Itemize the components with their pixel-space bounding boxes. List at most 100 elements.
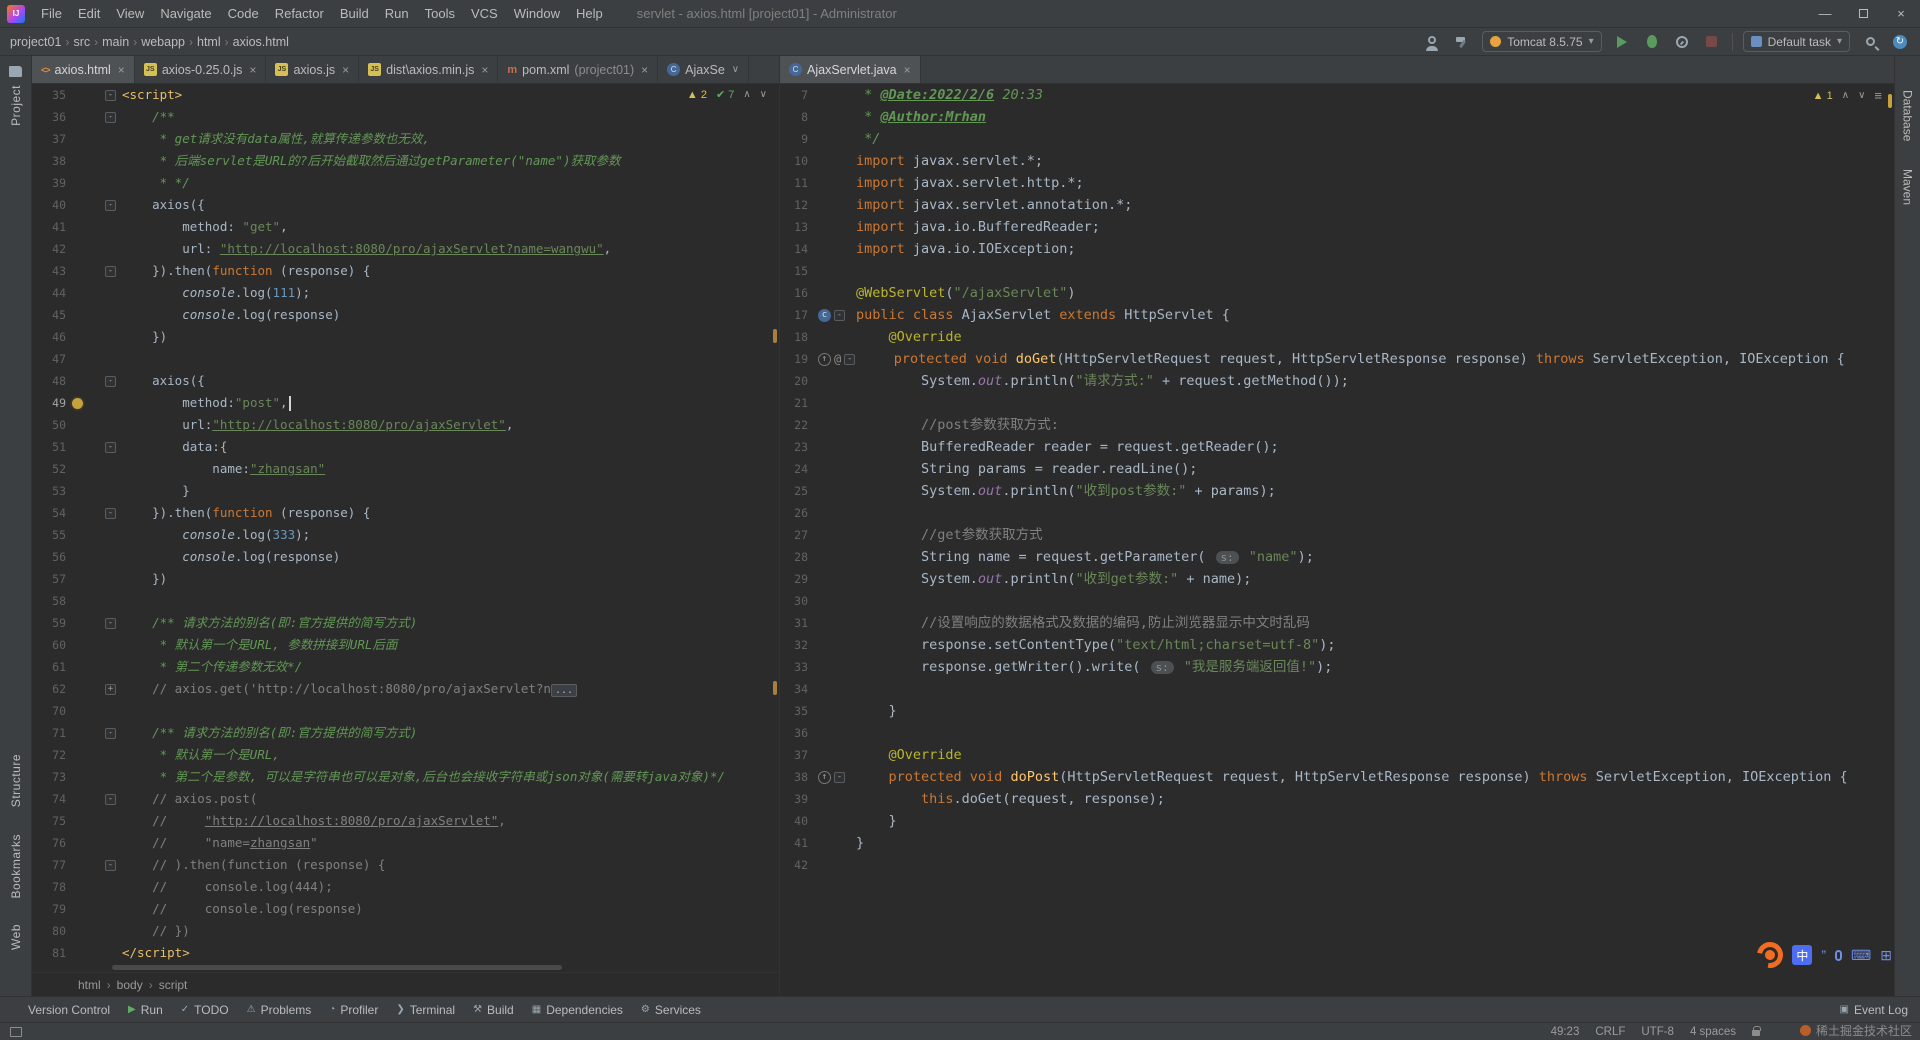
editor-tab-ajaxse[interactable]: CAjaxSe∨ [658, 56, 749, 83]
tool-window-button-profiler[interactable]: ◔Profiler [329, 1003, 378, 1017]
caret-position-widget[interactable]: 49:23 [1551, 1026, 1580, 1038]
menu-file[interactable]: File [33, 6, 70, 21]
run-button[interactable] [1612, 32, 1632, 52]
fold-marker[interactable]: - [105, 794, 116, 805]
ime-punctuation-icon[interactable]: ” [1821, 947, 1826, 963]
maximize-button[interactable] [1844, 0, 1882, 27]
fold-marker[interactable]: - [105, 728, 116, 739]
breadcrumb-item[interactable]: html [197, 35, 221, 49]
close-icon[interactable]: × [641, 63, 648, 77]
breadcrumb-item-html[interactable]: html [78, 978, 101, 992]
fold-marker[interactable]: - [105, 618, 116, 629]
close-icon[interactable]: × [249, 63, 256, 77]
close-icon[interactable]: × [342, 63, 349, 77]
editor-tab-ajaxservlet.java[interactable]: CAjaxServlet.java× [780, 56, 921, 83]
breadcrumb-item-body[interactable]: body [117, 978, 143, 992]
breadcrumb-item[interactable]: src [73, 35, 90, 49]
fold-marker[interactable]: - [834, 772, 845, 783]
code-editor-right[interactable]: 7 * @Date:2022/2/6 20:338 * @Author:Mrha… [780, 84, 1894, 996]
editor-tab-pom.xml[interactable]: mpom.xml (project01)× [498, 56, 658, 83]
update-button[interactable]: ↻ [1890, 32, 1910, 52]
fold-marker[interactable]: - [105, 860, 116, 871]
menu-vcs[interactable]: VCS [463, 6, 506, 21]
tool-button-database[interactable]: Database [1901, 90, 1915, 141]
annotation-marker-icon[interactable]: @ [834, 348, 841, 370]
fold-marker[interactable]: - [105, 376, 116, 387]
minimize-button[interactable]: — [1806, 0, 1844, 27]
fold-marker[interactable]: + [105, 684, 116, 695]
task-configuration-select[interactable]: Default task ▾ [1743, 31, 1850, 52]
horizontal-scrollbar[interactable] [32, 964, 779, 972]
breadcrumb-item[interactable]: project01 [10, 35, 61, 49]
fold-marker[interactable]: - [105, 112, 116, 123]
menu-run[interactable]: Run [377, 6, 417, 21]
tool-window-switcher-icon[interactable] [10, 1027, 22, 1037]
breadcrumb-item[interactable]: webapp [141, 35, 185, 49]
warning-indicator[interactable]: ▲ 1 [1813, 90, 1833, 102]
ime-grid-icon[interactable]: ⊞ [1880, 947, 1892, 964]
editor-tab-axios-0.25.0.js[interactable]: JSaxios-0.25.0.js× [135, 56, 267, 83]
next-issue-button[interactable]: ∨ [1858, 90, 1865, 101]
run-configuration-select[interactable]: Tomcat 8.5.75 ▾ [1482, 31, 1601, 52]
tool-window-button-services[interactable]: ⚙Services [641, 1003, 701, 1017]
menu-window[interactable]: Window [506, 6, 568, 21]
fold-marker[interactable]: - [105, 266, 116, 277]
editor-tab-dist-axios.min.js[interactable]: JSdist\axios.min.js× [359, 56, 498, 83]
fold-marker[interactable]: - [105, 508, 116, 519]
editor-menu-icon[interactable]: ≡ [1874, 88, 1882, 103]
editor-tab-axios.html[interactable]: <>axios.html× [32, 56, 135, 83]
tool-button-maven[interactable]: Maven [1901, 169, 1915, 205]
scrollbar-thumb[interactable] [112, 965, 562, 970]
prev-issue-button[interactable]: ∧ [743, 89, 750, 100]
collaboration-icon[interactable] [1422, 32, 1442, 52]
check-indicator[interactable]: ✔ 7 [716, 88, 734, 101]
tool-window-button-run[interactable]: ▶Run [128, 1003, 163, 1017]
code-editor-left[interactable]: 35-<script>36- /**37 * get请求没有data属性,就算传… [32, 84, 779, 964]
fold-marker[interactable]: - [105, 442, 116, 453]
tool-window-button-problems[interactable]: ⚠Problems [247, 1003, 312, 1017]
tool-button-bookmarks[interactable]: Bookmarks [9, 834, 23, 899]
menu-view[interactable]: View [108, 6, 152, 21]
breadcrumb-item[interactable]: axios.html [233, 35, 289, 49]
warning-indicator[interactable]: ▲ 2 [687, 89, 707, 101]
menu-edit[interactable]: Edit [70, 6, 108, 21]
close-icon[interactable]: × [118, 63, 125, 77]
tool-button-web[interactable]: Web [9, 924, 23, 950]
line-ending-widget[interactable]: CRLF [1595, 1026, 1625, 1038]
menu-build[interactable]: Build [332, 6, 377, 21]
tool-window-button-build[interactable]: ⚒Build [473, 1003, 514, 1017]
keyboard-icon[interactable]: ⌨ [1851, 947, 1871, 964]
prev-issue-button[interactable]: ∧ [1842, 90, 1849, 101]
fold-marker[interactable]: - [105, 200, 116, 211]
tool-button-project[interactable]: Project [9, 85, 23, 126]
change-marker[interactable] [773, 329, 777, 343]
fold-marker[interactable]: - [105, 90, 116, 101]
close-icon[interactable]: × [481, 63, 488, 77]
menu-navigate[interactable]: Navigate [152, 6, 219, 21]
ime-language-button[interactable]: 中 [1792, 945, 1812, 965]
breadcrumb-item[interactable]: main [102, 35, 129, 49]
tool-window-button-todo[interactable]: ✓TODO [181, 1003, 229, 1017]
chevron-down-icon[interactable]: ∨ [732, 64, 739, 75]
build-project-button[interactable] [1452, 32, 1472, 52]
menu-help[interactable]: Help [568, 6, 611, 21]
tool-window-button-vc[interactable]: Version Control [28, 1003, 110, 1017]
menu-tools[interactable]: Tools [417, 6, 463, 21]
profiler-button[interactable] [1672, 32, 1692, 52]
lock-icon[interactable] [1752, 1030, 1760, 1036]
tool-window-button-dependencies[interactable]: ▦Dependencies [532, 1003, 623, 1017]
intention-bulb-icon[interactable] [72, 398, 83, 409]
stop-button[interactable] [1702, 32, 1722, 52]
override-marker-icon[interactable]: ↑ [818, 353, 831, 366]
editor-tab-axios.js[interactable]: JSaxios.js× [266, 56, 359, 83]
debug-button[interactable] [1642, 32, 1662, 52]
menu-refactor[interactable]: Refactor [267, 6, 332, 21]
fold-marker[interactable]: - [834, 310, 845, 321]
close-icon[interactable]: × [904, 63, 911, 77]
next-issue-button[interactable]: ∨ [760, 89, 767, 100]
tool-window-button-eventlog[interactable]: ▣Event Log [1840, 1003, 1909, 1017]
tool-window-button-terminal[interactable]: ❯Terminal [396, 1003, 455, 1017]
override-marker-icon[interactable]: ↑ [818, 771, 831, 784]
close-button[interactable]: × [1882, 0, 1920, 27]
tool-button-structure[interactable]: Structure [9, 754, 23, 807]
